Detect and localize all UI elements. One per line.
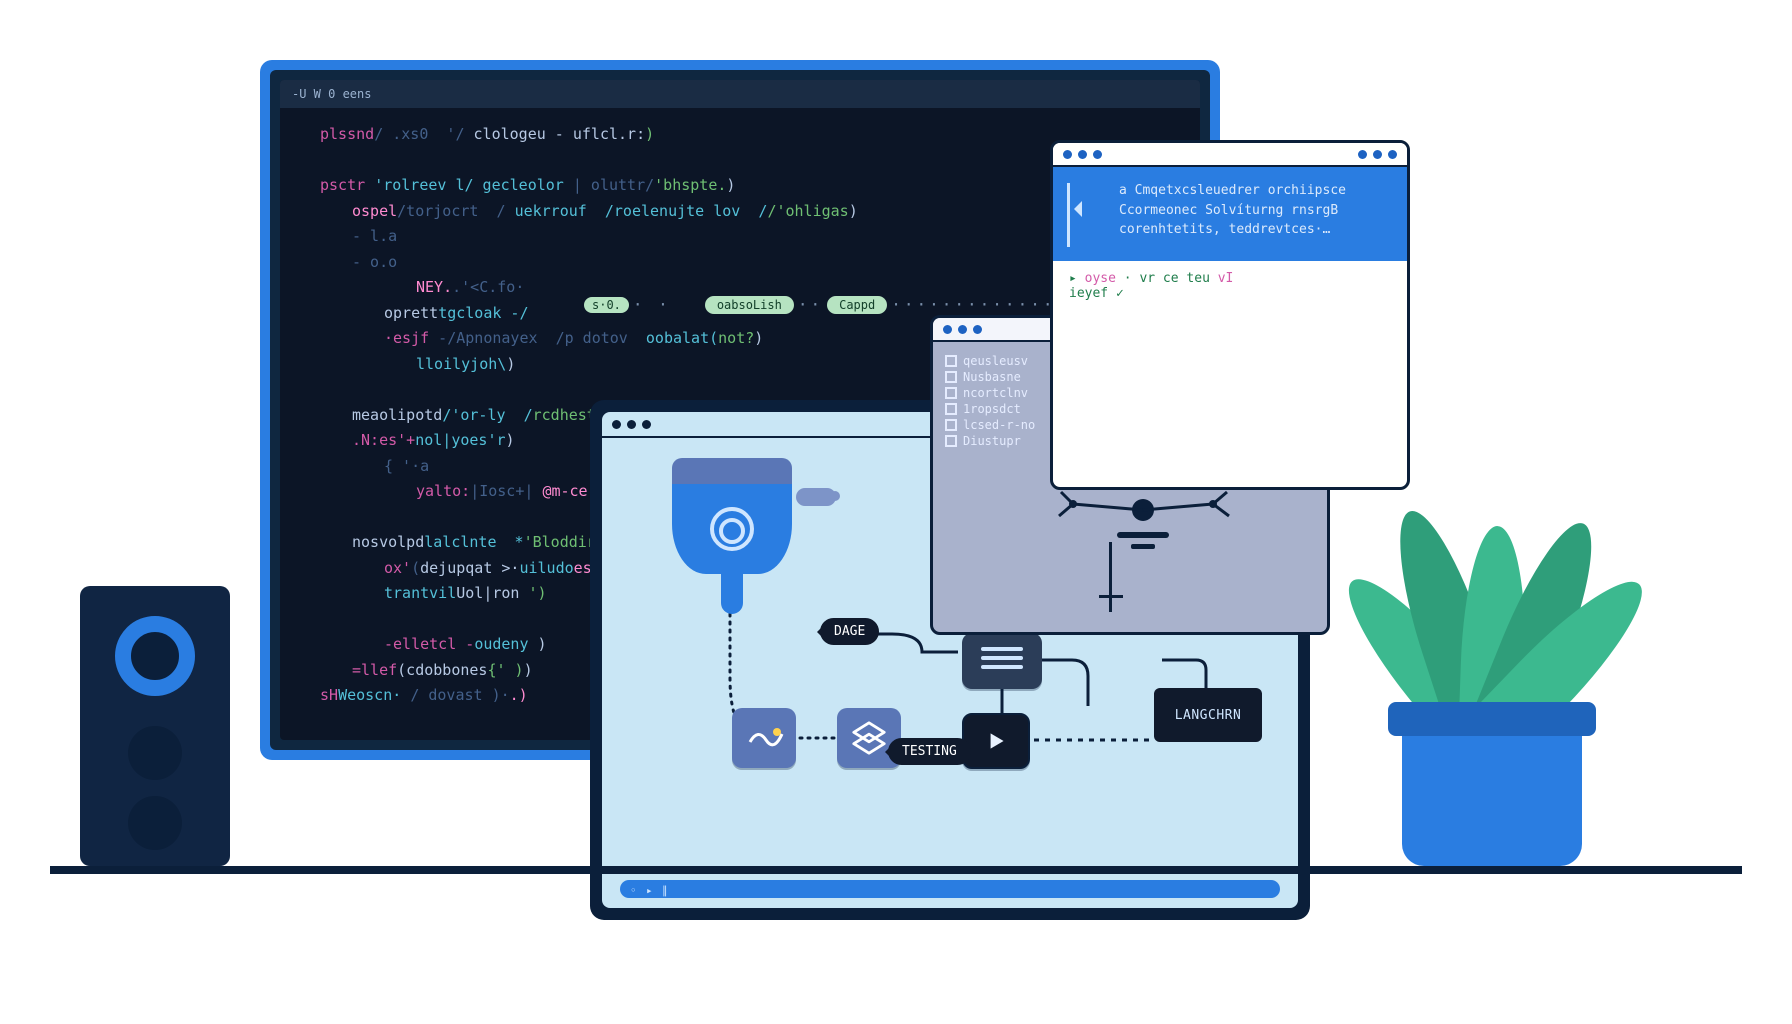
checklist-item: qeusleusv [945,354,1035,368]
neuron-graph-icon [1013,482,1273,556]
checklist-item: Nusbasne [945,370,1035,384]
checklist-item: Diustupr [945,434,1035,448]
editor-tabbar: -U W 0 eens [280,80,1200,108]
checklist-item: ncortclnv [945,386,1035,400]
chip-dage[interactable]: DAGE [820,618,879,645]
transform-node[interactable] [732,708,796,768]
info-output: ▸ oyse · vr ce teu vI ieyef ✓ [1053,261,1407,311]
pause-icon[interactable]: ∥ [662,884,672,894]
code-pill-c: Cappd [827,296,887,314]
output-box[interactable]: LANGCHRN [1154,688,1262,742]
diagram-checklist: qeusleusv Nusbasne ncortclnv 1ropsdct lcsed-… [945,352,1035,450]
info-banner: a Cmqetxcsleuedrer orchiipsce Ccormeonec… [1053,167,1407,261]
processor-node[interactable] [962,633,1042,689]
editor-tab-hint: -U W 0 eens [292,87,371,101]
desk-surface [50,866,1742,874]
code-pill-a: s·0. [584,297,629,313]
speaker [80,586,230,866]
target-icon [710,507,754,551]
run-node[interactable] [962,713,1030,769]
code-pill-b: oabsoLish [705,296,794,314]
banner-line: corenhtetits, teddrevtces·… [1119,220,1391,240]
checklist-item: 1ropsdct [945,402,1035,416]
speaker-driver-icon [115,616,195,696]
info-window[interactable]: a Cmqetxcsleuedrer orchiipsce Ccormeonec… [1050,140,1410,490]
flow-bottom-bar[interactable]: ◦ ▸ ∥ [620,880,1280,898]
chip-testing[interactable]: TESTING [888,738,971,765]
ingest-port-icon [796,488,836,506]
banner-line: a Cmqetxcsleuedrer orchiipsce [1119,181,1391,201]
ingest-node[interactable] [672,458,792,614]
banner-line: Ccormeonec Solvíturng rnsrgB [1119,201,1391,221]
ctl-dot-icon: ◦ [630,884,640,894]
connector [1109,542,1112,612]
plant [1402,726,1582,866]
play-icon[interactable]: ▸ [646,884,656,894]
code-line: plssnd/ .xs0 '/ clologeu - uflcl.r:) [320,122,1178,148]
window-titlebar[interactable] [1053,143,1407,167]
cursor-glyph-icon [1067,183,1105,247]
checklist-item: lcsed-r-no [945,418,1035,432]
